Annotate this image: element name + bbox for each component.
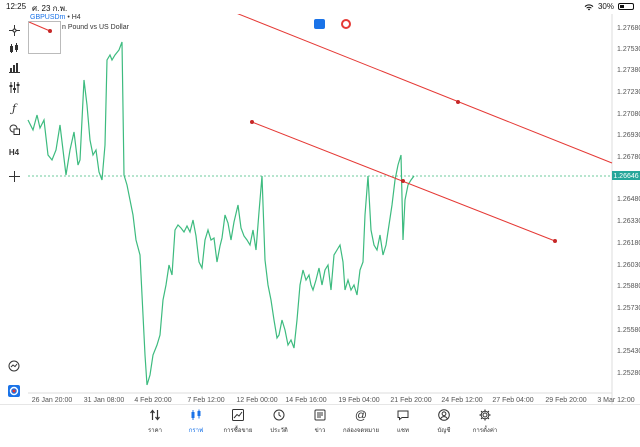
crosshair-cursor-icon[interactable] — [7, 169, 21, 183]
tab-label: ราคา — [148, 428, 162, 434]
price-tick-label: 1.26480 — [617, 196, 640, 203]
tab-label: กล่องจดหมาย — [342, 428, 380, 434]
time-tick-label: 14 Feb 16:00 — [285, 397, 326, 404]
symbol-name: GBPUSDm — [30, 14, 66, 21]
trendline-lower-anchor-start[interactable] — [250, 120, 254, 124]
history-icon — [272, 408, 286, 422]
function-icon[interactable]: ƒ — [7, 101, 21, 115]
price-tick-label: 1.27230 — [617, 89, 640, 96]
price-series-line — [27, 41, 415, 386]
time-tick-label: 27 Feb 04:00 — [492, 397, 533, 404]
trendline-upper-anchor[interactable] — [456, 100, 460, 104]
symbol-title: GBPUSDm • H4 — [30, 14, 81, 21]
time-tick-label: 19 Feb 04:00 — [338, 397, 379, 404]
tab-label: แชท — [397, 428, 409, 434]
time-tick-label: 21 Feb 20:00 — [390, 397, 431, 404]
price-tick-label: 1.26030 — [617, 262, 640, 269]
bottom-tab-bar: ราคา กราฟ การซื้อขาย ประวัติ ข่าว @ กล่อ… — [0, 404, 640, 447]
time-tick-label: 24 Feb 12:00 — [441, 397, 482, 404]
time-tick-label: 3 Mar 12:00 — [597, 397, 634, 404]
trendline-upper[interactable] — [236, 14, 613, 164]
bars-icon[interactable] — [7, 60, 21, 74]
price-tick-label: 1.27530 — [617, 46, 640, 53]
price-tick-label: 1.27680 — [617, 25, 640, 32]
price-tick-label: 1.25880 — [617, 283, 640, 290]
app-logo-icon[interactable] — [7, 384, 21, 398]
magnifier-search-icon[interactable] — [7, 359, 21, 373]
tab-history[interactable]: ประวัติ — [259, 408, 299, 444]
wifi-icon — [584, 3, 594, 10]
objects-icon[interactable] — [7, 122, 21, 136]
time-tick-label: 4 Feb 20:00 — [134, 397, 171, 404]
tab-label: การตั้งค่า — [472, 428, 498, 434]
trade-icon — [231, 408, 245, 422]
battery-percent: 30% — [597, 2, 614, 11]
price-tick-label: 1.25580 — [617, 327, 640, 334]
time-tick-label: 12 Feb 00:00 — [236, 397, 277, 404]
tab-settings[interactable]: การตั้งค่า — [465, 408, 505, 444]
tab-mailbox[interactable]: @ กล่องจดหมาย — [341, 408, 381, 444]
indicator-toggle-icon[interactable] — [341, 19, 351, 29]
price-tick-label: 1.26180 — [617, 240, 640, 247]
settings-icon — [478, 408, 492, 422]
chart-settings-icon[interactable] — [314, 19, 325, 29]
tab-chat[interactable]: แชท — [383, 408, 423, 444]
price-tick-label: 1.25730 — [617, 305, 640, 312]
price-tick-label: 1.25280 — [617, 370, 640, 377]
price-tick-label: 1.26930 — [617, 132, 640, 139]
tab-label: ประวัติ — [270, 428, 288, 434]
time-tick-label: 7 Feb 12:00 — [187, 397, 224, 404]
timeframe-button[interactable]: H4 — [7, 145, 21, 159]
tab-quotes[interactable]: ราคา — [135, 408, 175, 444]
time-tick-label: 26 Jan 20:00 — [32, 397, 73, 404]
tab-label: กราฟ — [188, 428, 204, 434]
battery-icon — [618, 3, 634, 10]
trendline-lower-anchor-mid[interactable] — [401, 179, 405, 183]
one-click-trade-panel[interactable] — [28, 21, 61, 54]
timeframe-label: • H4 — [67, 14, 81, 21]
current-price-label: 1.26646 — [613, 173, 638, 180]
tab-label: การซื้อขาย — [223, 428, 253, 434]
account-icon — [437, 408, 451, 422]
tab-label: บัญชี — [437, 428, 451, 434]
price-tick-label: 1.27380 — [617, 67, 640, 74]
indicators-icon[interactable] — [7, 80, 21, 94]
chart-canvas[interactable]: 1.27680 1.27530 1.27380 1.27230 1.27080 1.269… — [0, 14, 640, 407]
chart-icon — [189, 408, 203, 422]
candles-icon[interactable] — [7, 41, 21, 55]
left-toolbar: ƒ H4 — [0, 14, 28, 407]
tab-account[interactable]: บัญชี — [424, 408, 464, 444]
status-bar: 12:25 ศ. 23 ก.พ. 30% — [0, 0, 640, 14]
price-tick-label: 1.25430 — [617, 348, 640, 355]
tab-news[interactable]: ข่าว — [300, 408, 340, 444]
price-tick-label: 1.27080 — [617, 111, 640, 118]
trendline-lower-anchor-end[interactable] — [553, 239, 557, 243]
time-tick-label: 31 Jan 08:00 — [84, 397, 125, 404]
chat-icon — [396, 408, 410, 422]
quotes-icon — [148, 408, 162, 422]
news-icon — [313, 408, 327, 422]
tab-chart[interactable]: กราฟ — [176, 408, 216, 444]
time-tick-label: 29 Feb 20:00 — [545, 397, 586, 404]
price-tick-label: 1.26780 — [617, 154, 640, 161]
mailbox-icon: @ — [354, 408, 368, 422]
crosshair-icon[interactable] — [7, 23, 21, 37]
tab-label: ข่าว — [314, 428, 326, 434]
tab-trade[interactable]: การซื้อขาย — [218, 408, 258, 444]
symbol-description: n Pound vs US Dollar — [62, 24, 129, 31]
price-tick-label: 1.26330 — [617, 218, 640, 225]
